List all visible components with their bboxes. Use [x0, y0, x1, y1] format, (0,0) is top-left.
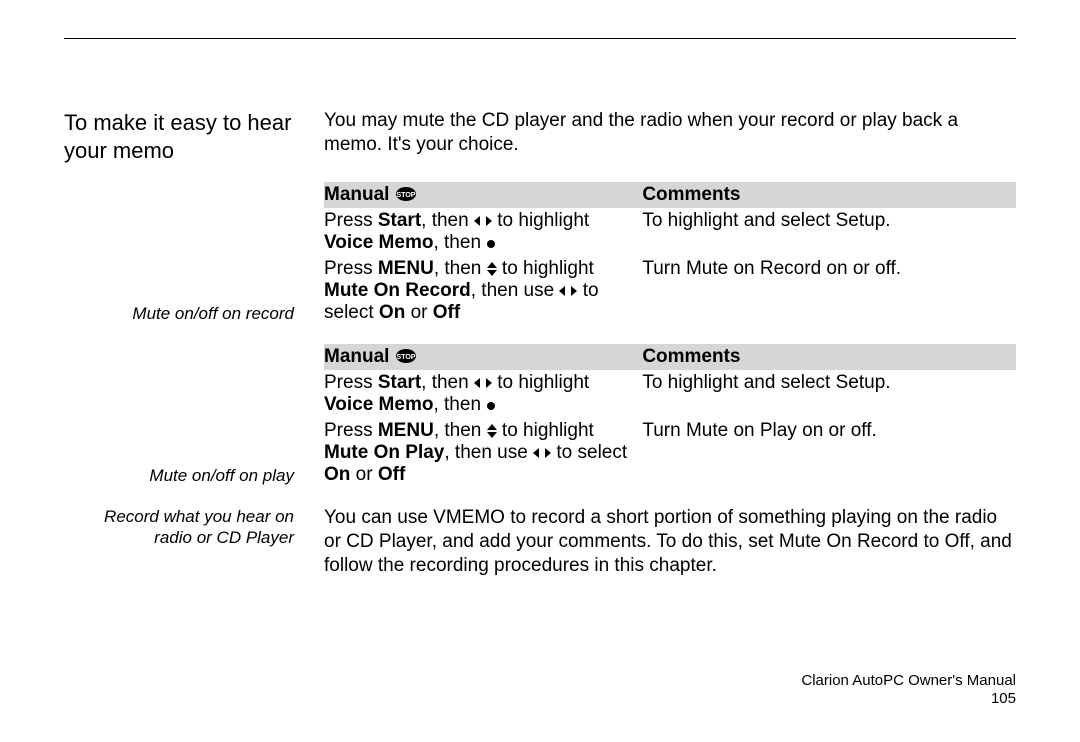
- stop-icon: STOP: [395, 346, 417, 368]
- svg-text:STOP: STOP: [396, 192, 415, 199]
- page: To make it easy to hear your memo You ma…: [0, 0, 1080, 742]
- comments-cell: Turn Mute on Play on or off.: [642, 418, 1016, 488]
- enter-dot-icon: [486, 232, 496, 254]
- manual-cell: Press MENU, then to highlight Mute On Re…: [324, 256, 642, 326]
- header-comments: Comments: [642, 344, 1016, 370]
- table-row: Press Start, then to highlight Voice Mem…: [324, 370, 1016, 418]
- intro-paragraph: You may mute the CD player and the radio…: [324, 109, 1016, 164]
- section-heading: To make it easy to hear your memo: [64, 109, 294, 164]
- vmemo-paragraph: You can use VMEMO to record a short port…: [324, 506, 1016, 577]
- header-comments: Comments: [642, 182, 1016, 208]
- table-row: Press MENU, then to highlight Mute On Pl…: [324, 418, 1016, 488]
- page-number: 105: [801, 690, 1016, 708]
- enter-dot-icon: [486, 394, 496, 416]
- stop-icon: STOP: [395, 184, 417, 206]
- up-down-arrow-icon: [487, 420, 497, 442]
- left-right-arrow-icon: [559, 280, 577, 302]
- margin-note-record: Mute on/off on record: [64, 303, 294, 326]
- left-right-arrow-icon: [474, 372, 492, 394]
- footer-title: Clarion AutoPC Owner's Manual: [801, 672, 1016, 690]
- table-header-row: Manual STOP Comments: [324, 182, 1016, 208]
- page-footer: Clarion AutoPC Owner's Manual 105: [801, 672, 1016, 708]
- margin-note-vmemo: Record what you hear on radio or CD Play…: [64, 506, 294, 577]
- top-rule: [64, 38, 1016, 39]
- header-manual-label: Manual: [324, 346, 389, 367]
- manual-cell: Press Start, then to highlight Voice Mem…: [324, 208, 642, 256]
- header-manual-label: Manual: [324, 184, 389, 205]
- table-mute-record: Manual STOP Comments Press Start, then t…: [324, 182, 1016, 326]
- header-manual: Manual STOP: [324, 182, 642, 208]
- table-header-row: Manual STOP Comments: [324, 344, 1016, 370]
- margin-note-play: Mute on/off on play: [64, 465, 294, 488]
- left-right-arrow-icon: [533, 442, 551, 464]
- table-mute-play: Manual STOP Comments Press Start, then t…: [324, 344, 1016, 488]
- manual-cell: Press MENU, then to highlight Mute On Pl…: [324, 418, 642, 488]
- table-row: Press Start, then to highlight Voice Mem…: [324, 208, 1016, 256]
- left-right-arrow-icon: [474, 210, 492, 232]
- header-manual: Manual STOP: [324, 344, 642, 370]
- up-down-arrow-icon: [487, 258, 497, 280]
- manual-cell: Press Start, then to highlight Voice Mem…: [324, 370, 642, 418]
- table-row: Press MENU, then to highlight Mute On Re…: [324, 256, 1016, 326]
- content-grid: To make it easy to hear your memo You ma…: [64, 109, 1016, 577]
- svg-text:STOP: STOP: [396, 354, 415, 361]
- comments-cell: To highlight and select Setup.: [642, 370, 1016, 418]
- comments-cell: Turn Mute on Record on or off.: [642, 256, 1016, 326]
- comments-cell: To highlight and select Setup.: [642, 208, 1016, 256]
